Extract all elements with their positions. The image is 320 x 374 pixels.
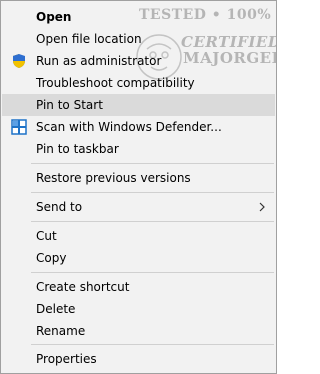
menu-item-label: Open file location: [36, 32, 142, 46]
menu-item-cut[interactable]: Cut: [2, 225, 275, 247]
menu-item-copy[interactable]: Copy: [2, 247, 275, 269]
menu-separator: [31, 221, 274, 222]
menu-item-properties[interactable]: Properties: [2, 348, 275, 370]
menu-item-run-as-administrator[interactable]: Run as administrator: [2, 50, 275, 72]
menu-item-troubleshoot-compatibility[interactable]: Troubleshoot compatibility: [2, 72, 275, 94]
context-menu: TESTED • 100% CLEAN CERTIFIED MAJORGEEKS…: [0, 0, 277, 374]
menu-item-label: Pin to taskbar: [36, 142, 119, 156]
uac-shield-icon: [13, 54, 25, 68]
menu-item-scan-with-windows-defender[interactable]: Scan with Windows Defender...: [2, 116, 275, 138]
menu-item-pin-to-taskbar[interactable]: Pin to taskbar: [2, 138, 275, 160]
menu-item-label: Scan with Windows Defender...: [36, 120, 222, 134]
menu-item-label: Restore previous versions: [36, 171, 191, 185]
menu-item-label: Troubleshoot compatibility: [36, 76, 195, 90]
menu-separator: [31, 344, 274, 345]
menu-separator: [31, 272, 274, 273]
chevron-right-icon: [259, 202, 265, 212]
menu-item-label: Copy: [36, 251, 67, 265]
menu-item-label: Run as administrator: [36, 54, 162, 68]
menu-separator: [31, 163, 274, 164]
menu-item-label: Pin to Start: [36, 98, 103, 112]
menu-item-rename[interactable]: Rename: [2, 320, 275, 342]
menu-item-label: Rename: [36, 324, 86, 338]
menu-separator: [31, 192, 274, 193]
menu-item-delete[interactable]: Delete: [2, 298, 275, 320]
menu-item-send-to[interactable]: Send to: [2, 196, 275, 218]
menu-item-create-shortcut[interactable]: Create shortcut: [2, 276, 275, 298]
menu-item-open[interactable]: Open: [2, 6, 275, 28]
menu-item-pin-to-start[interactable]: Pin to Start: [2, 94, 275, 116]
menu-item-open-file-location[interactable]: Open file location: [2, 28, 275, 50]
menu-item-label: Send to: [36, 200, 83, 214]
menu-item-restore-previous-versions[interactable]: Restore previous versions: [2, 167, 275, 189]
menu-item-label: Cut: [36, 229, 57, 243]
menu-item-label: Properties: [36, 352, 97, 366]
menu-item-label: Create shortcut: [36, 280, 130, 294]
windows-defender-icon: [11, 119, 27, 135]
menu-item-label: Delete: [36, 302, 76, 316]
menu-item-label: Open: [36, 10, 72, 24]
